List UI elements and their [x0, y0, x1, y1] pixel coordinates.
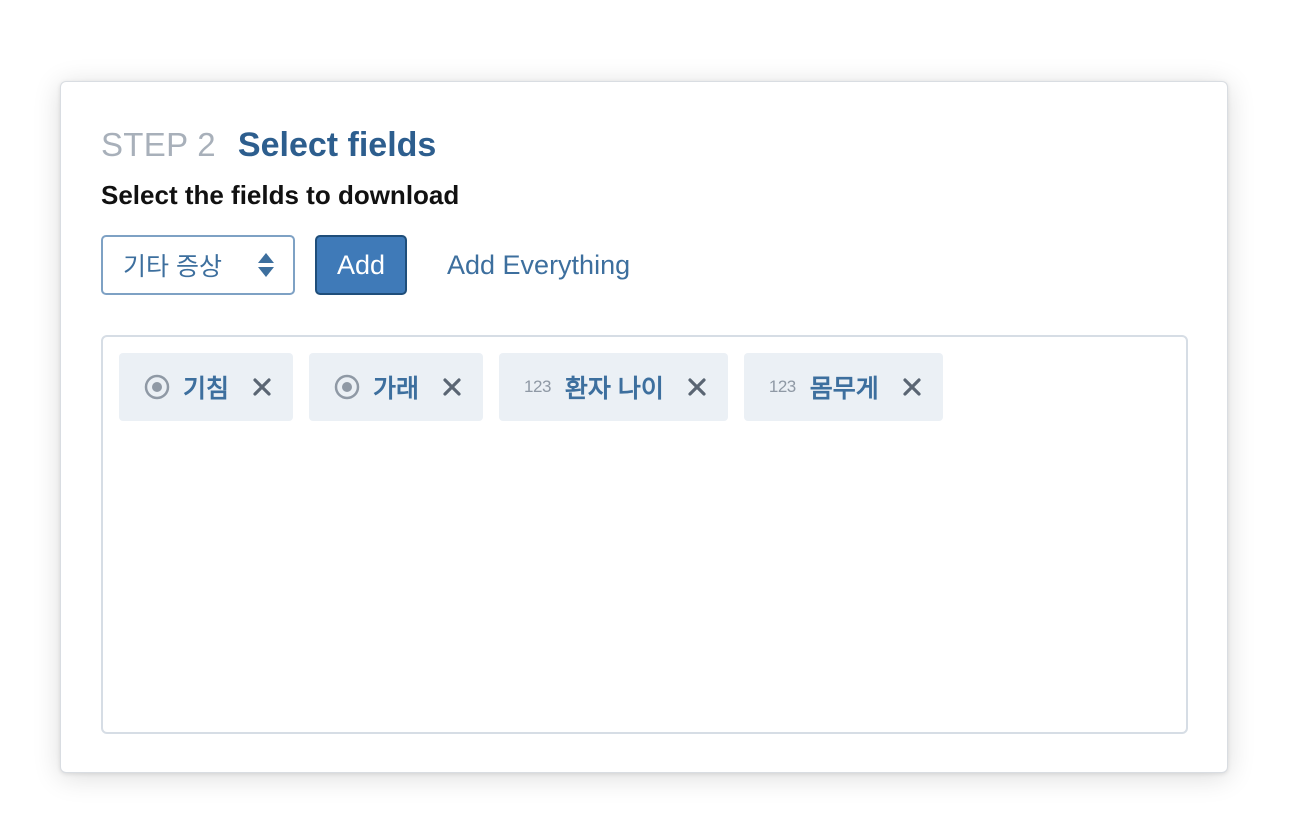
field-select-value: 기타 증상: [123, 253, 222, 281]
step-number: STEP 2: [101, 126, 216, 163]
close-icon[interactable]: [688, 378, 706, 396]
add-everything-link[interactable]: Add Everything: [447, 250, 630, 281]
field-chip-weight: 123 몸무게: [743, 353, 943, 421]
number-icon: 123: [524, 377, 551, 396]
field-chip-label: 환자 나이: [564, 375, 664, 403]
field-chip-label: 기침: [183, 375, 230, 403]
field-chip-patient-age: 123 환자 나이: [499, 353, 728, 421]
field-chip-label: 몸무게: [809, 375, 879, 403]
radio-icon: [144, 374, 170, 400]
field-select[interactable]: 기타 증상: [101, 235, 295, 295]
step-heading: STEP 2 Select fields: [101, 126, 436, 166]
sort-arrows-icon: [258, 253, 274, 277]
selected-fields-panel: 기침 가래 123 환자 나이 123 몸무게: [101, 335, 1188, 734]
close-icon[interactable]: [253, 378, 271, 396]
step-title: Select fields: [237, 126, 437, 164]
number-icon: 123: [768, 377, 796, 396]
close-icon[interactable]: [443, 378, 461, 396]
radio-icon: [334, 374, 360, 400]
field-chip-cough: 기침: [119, 353, 294, 421]
field-chip-label: 가래: [373, 375, 420, 403]
section-subtitle: Select the fields to download: [101, 180, 460, 210]
select-fields-card: STEP 2 Select fields Select the fields t…: [60, 81, 1228, 773]
selected-fields-list: 기침 가래 123 환자 나이 123 몸무게: [119, 353, 943, 421]
field-chip-phlegm: 가래: [309, 353, 484, 421]
add-button[interactable]: Add: [315, 235, 407, 295]
field-controls: 기타 증상 Add Add Everything: [101, 235, 630, 295]
close-icon[interactable]: [903, 378, 921, 396]
